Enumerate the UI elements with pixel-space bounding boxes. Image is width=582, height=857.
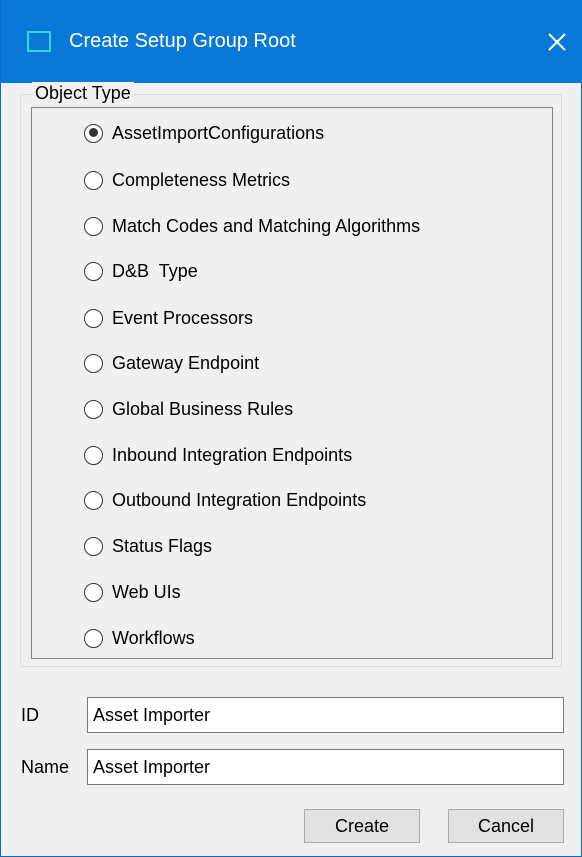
radio-option-label: Gateway Endpoint: [112, 352, 260, 373]
close-icon: [548, 33, 566, 51]
create-button[interactable]: Create: [304, 809, 420, 843]
radio-button-selected[interactable]: [84, 123, 103, 143]
radio-button[interactable]: [84, 445, 103, 465]
dialog-title: Create Setup Group Root: [69, 30, 296, 52]
radio-option-label: D&B Type: [112, 260, 198, 281]
radio-option-label: Status Flags: [112, 535, 213, 556]
radio-option-match-codes[interactable]: Match Codes and Matching Algorithms: [84, 213, 420, 239]
radio-button[interactable]: [84, 582, 103, 602]
radio-button[interactable]: [84, 399, 103, 419]
radio-button[interactable]: [84, 216, 103, 236]
radio-button[interactable]: [84, 308, 103, 328]
radio-option-label: Global Business Rules: [112, 398, 294, 419]
radio-button[interactable]: [84, 353, 103, 373]
id-label: ID: [21, 705, 39, 725]
radio-option-global-business-rules[interactable]: Global Business Rules: [84, 396, 293, 422]
radio-option-asset-import-configurations[interactable]: AssetImportConfigurations: [84, 120, 324, 146]
radio-option-label: Outbound Integration Endpoints: [112, 489, 367, 510]
radio-option-web-uis[interactable]: Web UIs: [84, 579, 181, 605]
radio-option-outbound-integration-endpoints[interactable]: Outbound Integration Endpoints: [84, 487, 366, 513]
object-type-legend: Object Type: [32, 82, 134, 104]
close-button[interactable]: [531, 18, 582, 66]
cancel-button[interactable]: Cancel: [448, 809, 564, 843]
radio-option-label: Web UIs: [112, 581, 181, 602]
radio-option-label: Event Processors: [112, 307, 254, 328]
radio-button[interactable]: [84, 170, 103, 190]
radio-option-gateway-endpoint[interactable]: Gateway Endpoint: [84, 350, 259, 376]
radio-option-db-type[interactable]: D&B Type: [84, 258, 198, 284]
radio-button[interactable]: [84, 536, 103, 556]
dialog-window: Create Setup Group Root Object Type Asse…: [0, 0, 582, 857]
radio-option-label: AssetImportConfigurations: [112, 122, 325, 143]
radio-option-label: Workflows: [112, 627, 195, 648]
radio-option-label: Match Codes and Matching Algorithms: [112, 215, 421, 236]
radio-option-event-processors[interactable]: Event Processors: [84, 305, 253, 331]
radio-option-workflows[interactable]: Workflows: [84, 625, 195, 651]
radio-button[interactable]: [84, 490, 103, 510]
title-bar[interactable]: Create Setup Group Root: [1, 0, 582, 83]
radio-option-label: Completeness Metrics: [112, 169, 291, 190]
radio-option-label: Inbound Integration Endpoints: [112, 444, 353, 465]
id-field[interactable]: [87, 697, 564, 733]
radio-option-status-flags[interactable]: Status Flags: [84, 533, 212, 559]
radio-option-completeness-metrics[interactable]: Completeness Metrics: [84, 167, 290, 193]
radio-button[interactable]: [84, 261, 103, 281]
app-window-icon: [27, 31, 51, 52]
name-field[interactable]: [87, 749, 564, 785]
name-label: Name: [21, 757, 70, 777]
radio-button[interactable]: [84, 628, 103, 648]
radio-option-inbound-integration-endpoints[interactable]: Inbound Integration Endpoints: [84, 442, 352, 468]
